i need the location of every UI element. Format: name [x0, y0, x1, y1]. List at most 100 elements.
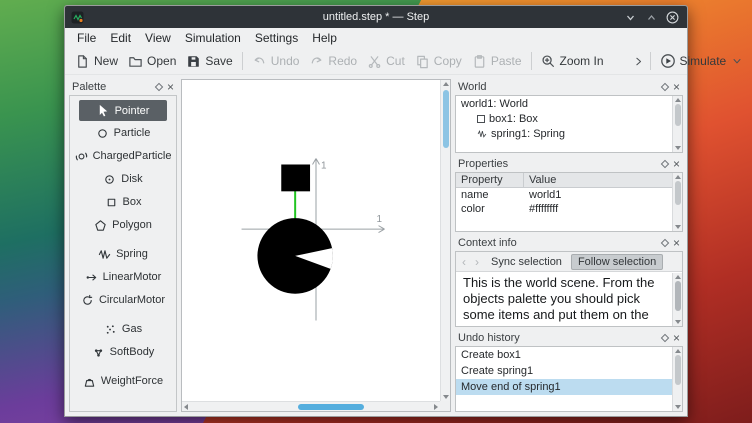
cut-button[interactable]: Cut: [362, 51, 410, 72]
back-button[interactable]: ‹: [459, 255, 469, 269]
minimize-button[interactable]: [624, 11, 637, 24]
properties-scrollbar[interactable]: [672, 173, 682, 231]
undo-list: Create box1 Create spring1 Move end of s…: [455, 346, 683, 412]
zoom-in-button[interactable]: Zoom In: [536, 51, 609, 72]
world-close-button[interactable]: ×: [673, 82, 680, 92]
copy-button[interactable]: Copy: [410, 51, 467, 72]
world-scrollbar[interactable]: [672, 96, 682, 152]
y-axis-label: 1: [321, 160, 327, 171]
new-button[interactable]: New: [70, 51, 123, 72]
column-property[interactable]: Property: [456, 173, 524, 187]
canvas[interactable]: 1 1: [181, 79, 451, 412]
canvas-hscroll-thumb[interactable]: [298, 404, 364, 410]
world-scroll-thumb[interactable]: [675, 104, 681, 126]
palette-item-chargedparticle[interactable]: ChargedParticle: [72, 145, 174, 167]
sync-selection-button[interactable]: Sync selection: [485, 255, 568, 269]
properties-close-button[interactable]: ×: [673, 159, 680, 169]
undo-item-move-end-of-spring1[interactable]: Move end of spring1: [456, 379, 672, 395]
follow-selection-button[interactable]: Follow selection: [571, 254, 663, 270]
maximize-button[interactable]: [645, 11, 658, 24]
menu-view[interactable]: View: [138, 29, 178, 47]
scroll-down-icon[interactable]: [675, 320, 681, 324]
palette-item-linearmotor[interactable]: LinearMotor: [72, 266, 174, 288]
undo-float-button[interactable]: [661, 334, 669, 342]
open-button[interactable]: Open: [123, 51, 181, 72]
context-title: Context info: [458, 237, 657, 249]
scroll-up-icon[interactable]: [675, 275, 681, 279]
palette-item-particle[interactable]: Particle: [72, 122, 174, 144]
disk1-shape[interactable]: [257, 218, 332, 294]
toolbar-overflow-button[interactable]: [627, 52, 650, 71]
palette-item-gas[interactable]: Gas: [72, 318, 174, 340]
scroll-up-icon[interactable]: [675, 175, 681, 179]
toolbar-separator: [242, 52, 243, 70]
palette-item-box[interactable]: Box: [72, 191, 174, 213]
scroll-down-icon[interactable]: [675, 146, 681, 150]
properties-float-button[interactable]: [661, 160, 669, 168]
property-row-color[interactable]: color #ffffffff: [456, 202, 672, 216]
palette-item-polygon[interactable]: Polygon: [72, 214, 174, 236]
canvas-hscrollbar[interactable]: [182, 401, 440, 411]
undo-close-button[interactable]: ×: [673, 333, 680, 343]
redo-icon: [309, 54, 324, 69]
scroll-up-icon[interactable]: [443, 82, 449, 86]
main-area: Palette × Pointer Particle Char: [65, 75, 687, 416]
palette-float-button[interactable]: [155, 83, 163, 91]
undo-scroll-thumb[interactable]: [675, 355, 681, 385]
menu-edit[interactable]: Edit: [103, 29, 138, 47]
palette-item-spring[interactable]: Spring: [72, 243, 174, 265]
palette-item-weightforce[interactable]: WeightForce: [72, 370, 174, 392]
undo-item-create-box1[interactable]: Create box1: [456, 347, 672, 363]
palette-item-softbody[interactable]: SoftBody: [72, 341, 174, 363]
scroll-down-icon[interactable]: [675, 225, 681, 229]
undo-scrollbar[interactable]: [672, 347, 682, 411]
scroll-up-icon[interactable]: [675, 349, 681, 353]
box1-shape[interactable]: [281, 164, 310, 191]
palette-dock: Palette × Pointer Particle Char: [69, 79, 177, 412]
palette-item-pointer[interactable]: Pointer: [79, 100, 167, 121]
simulate-dropdown[interactable]: [731, 52, 748, 70]
palette-item-disk[interactable]: Disk: [72, 168, 174, 190]
context-close-button[interactable]: ×: [673, 238, 680, 248]
column-value[interactable]: Value: [524, 173, 561, 187]
linear-motor-icon: [85, 271, 98, 284]
properties-table: Property Value name world1 color #ffffff…: [455, 172, 683, 232]
minimize-icon: [625, 12, 636, 23]
simulate-button[interactable]: Simulate: [655, 50, 732, 72]
undo-item-create-spring1[interactable]: Create spring1: [456, 363, 672, 379]
softbody-icon: [92, 346, 105, 359]
context-toolbar: ‹ › Sync selection Follow selection: [456, 252, 682, 272]
tree-item-world1[interactable]: world1: World: [456, 96, 682, 111]
menu-file[interactable]: File: [70, 29, 103, 47]
forward-button[interactable]: ›: [472, 255, 482, 269]
world-float-button[interactable]: [661, 83, 669, 91]
canvas-vscroll-thumb[interactable]: [443, 90, 449, 148]
close-button[interactable]: [666, 11, 679, 24]
circular-motor-icon: [81, 294, 94, 307]
palette-list: Pointer Particle ChargedParticle Disk: [69, 95, 177, 412]
scroll-up-icon[interactable]: [675, 98, 681, 102]
palette-close-button[interactable]: ×: [167, 82, 174, 92]
context-scrollbar[interactable]: [672, 273, 682, 326]
scroll-right-icon[interactable]: [434, 404, 438, 410]
box-icon: [105, 196, 118, 209]
tree-item-box1[interactable]: box1: Box: [456, 111, 682, 126]
menu-settings[interactable]: Settings: [248, 29, 305, 47]
properties-scroll-thumb[interactable]: [675, 181, 681, 205]
save-button[interactable]: Save: [181, 51, 237, 72]
palette-item-circularmotor[interactable]: CircularMotor: [72, 289, 174, 311]
menu-help[interactable]: Help: [305, 29, 344, 47]
undo-button[interactable]: Undo: [247, 51, 305, 72]
context-scroll-thumb[interactable]: [675, 281, 681, 311]
undo-icon: [252, 54, 267, 69]
menu-simulation[interactable]: Simulation: [178, 29, 248, 47]
context-float-button[interactable]: [661, 239, 669, 247]
paste-button[interactable]: Paste: [467, 51, 527, 72]
scroll-left-icon[interactable]: [184, 404, 188, 410]
redo-button[interactable]: Redo: [304, 51, 362, 72]
scroll-down-icon[interactable]: [443, 395, 449, 399]
canvas-vscrollbar[interactable]: [440, 80, 450, 401]
scroll-down-icon[interactable]: [675, 405, 681, 409]
property-row-name[interactable]: name world1: [456, 188, 672, 202]
tree-item-spring1[interactable]: spring1: Spring: [456, 126, 682, 141]
